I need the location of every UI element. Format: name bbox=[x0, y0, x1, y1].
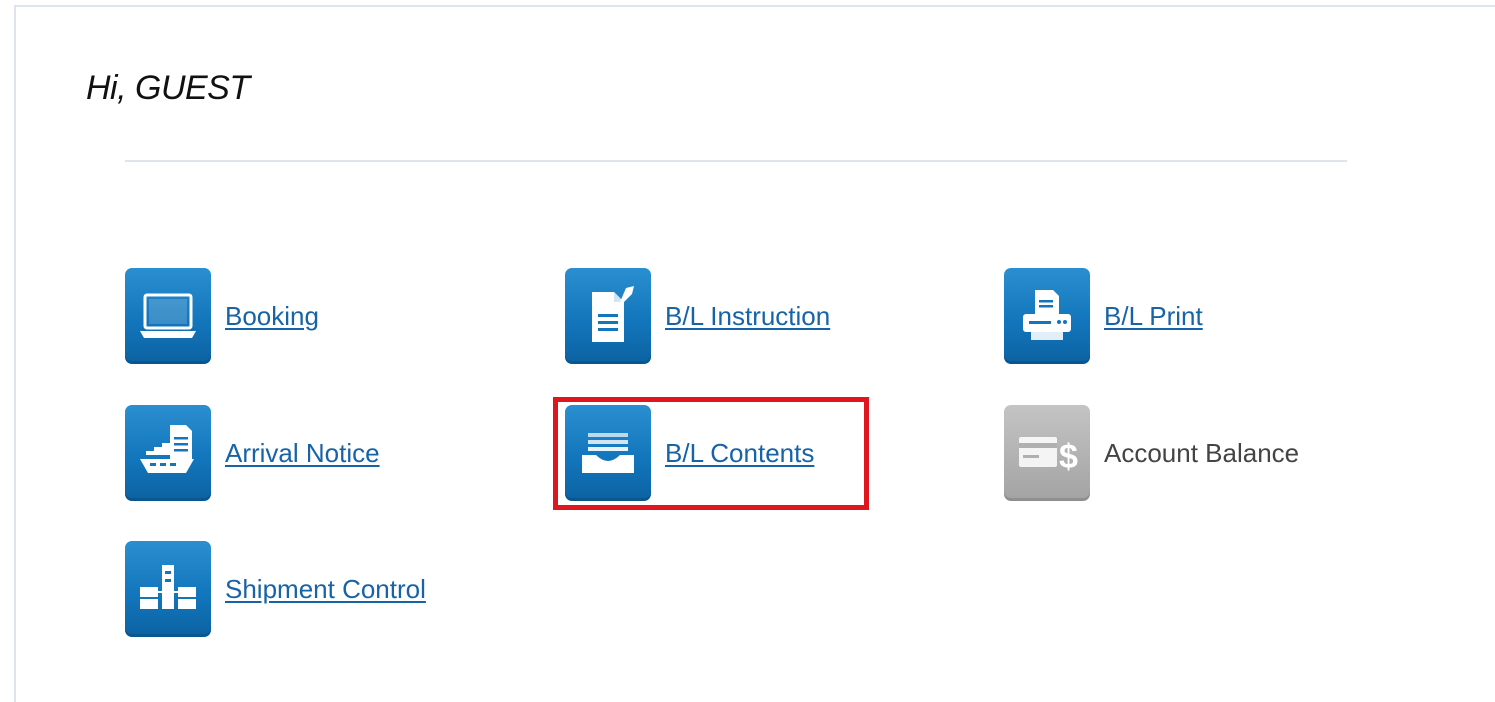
greeting-title: Hi, GUEST bbox=[86, 69, 250, 107]
menu-item-bl-print[interactable]: B/L Print bbox=[1004, 268, 1203, 364]
menu-item-account-balance: $ Account Balance bbox=[1004, 405, 1299, 501]
menu-item-booking[interactable]: Booking bbox=[125, 268, 319, 364]
ship-document-icon[interactable] bbox=[125, 405, 211, 501]
menu-item-bl-instruction[interactable]: B/L Instruction bbox=[565, 268, 830, 364]
divider bbox=[125, 160, 1347, 162]
printer-icon[interactable] bbox=[1004, 268, 1090, 364]
bl-contents-link[interactable]: B/L Contents bbox=[665, 438, 814, 469]
laptop-icon[interactable] bbox=[125, 268, 211, 364]
menu-item-shipment-control[interactable]: Shipment Control bbox=[125, 541, 426, 637]
booking-link[interactable]: Booking bbox=[225, 301, 319, 332]
account-balance-label: Account Balance bbox=[1104, 437, 1300, 468]
menu-item-arrival-notice[interactable]: Arrival Notice bbox=[125, 405, 380, 501]
menu-item-bl-contents[interactable]: B/L Contents bbox=[565, 405, 814, 501]
card-dollar-icon: $ bbox=[1004, 405, 1090, 501]
shipment-control-icon[interactable] bbox=[125, 541, 211, 637]
svg-text:$: $ bbox=[1059, 438, 1078, 476]
document-edit-icon[interactable] bbox=[565, 268, 651, 364]
bl-print-link[interactable]: B/L Print bbox=[1104, 301, 1203, 332]
inbox-tray-icon[interactable] bbox=[565, 405, 651, 501]
bl-instruction-link[interactable]: B/L Instruction bbox=[665, 301, 830, 332]
arrival-notice-link[interactable]: Arrival Notice bbox=[225, 438, 380, 469]
shipment-control-link[interactable]: Shipment Control bbox=[225, 574, 426, 605]
